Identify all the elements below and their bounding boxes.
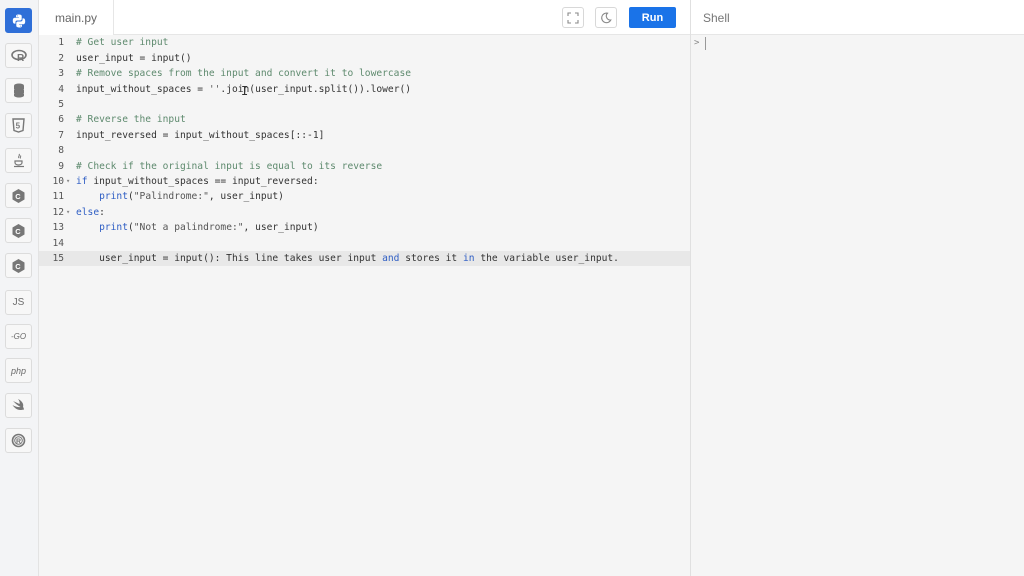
fullscreen-icon [567, 11, 579, 24]
shell-console[interactable]: > [691, 35, 1024, 576]
svg-text:5: 5 [16, 122, 21, 131]
line-number: 14 [52, 237, 64, 249]
code-line[interactable]: 15 user_input = input(): This line takes… [39, 250, 690, 267]
code-text: # Remove spaces from the input and conve… [76, 68, 412, 80]
code-text: input_reversed = input_without_spaces[::… [76, 129, 325, 141]
rust-icon[interactable]: R [5, 428, 32, 453]
line-number: 2 [58, 52, 64, 64]
java-icon[interactable] [5, 148, 32, 173]
fold-toggle-icon[interactable]: ▾ [66, 205, 70, 220]
code-text: print("Not a palindrome:", user_input) [99, 222, 319, 234]
csharp-icon[interactable]: C [5, 253, 32, 278]
code-line[interactable]: 13 print("Not a palindrome:", user_input… [39, 220, 690, 235]
database-icon[interactable] [5, 78, 32, 103]
code-line[interactable]: 1 # Get user input [39, 35, 690, 50]
code-line[interactable]: 2 user_input = input() [39, 51, 690, 66]
line-number: 4 [58, 83, 64, 95]
line-number: 13 [52, 222, 64, 234]
run-button[interactable]: Run [629, 7, 676, 28]
cpp-icon[interactable]: C [5, 218, 32, 243]
line-number: 7 [58, 129, 64, 141]
line-number: 3 [58, 68, 64, 80]
svg-text:C: C [15, 262, 21, 271]
code-text: if input_without_spaces == input_reverse… [76, 175, 319, 187]
line-number: 9 [58, 160, 64, 172]
code-text: # Get user input [76, 37, 169, 49]
shell-title: Shell [703, 11, 730, 25]
shell-cursor [705, 37, 706, 50]
dark-mode-button[interactable] [595, 7, 617, 28]
code-text: print("Palindrome:", user_input) [99, 191, 284, 203]
code-line[interactable]: 5 [39, 97, 690, 112]
line-number: 10 [52, 175, 64, 187]
code-line[interactable]: 12 ▾ else: [39, 205, 690, 220]
swift-icon[interactable] [5, 393, 32, 418]
r-icon[interactable]: R [5, 43, 32, 68]
code-text: else: [76, 206, 105, 218]
code-line[interactable]: 4 input_without_spaces = ''.join(user_inp… [39, 82, 690, 97]
js-icon[interactable]: JS [5, 290, 32, 315]
svg-text:R: R [16, 438, 21, 445]
line-number: 5 [58, 98, 64, 110]
line-number: 6 [58, 114, 64, 126]
html5-icon[interactable]: 5 [5, 113, 32, 138]
python-icon[interactable] [5, 8, 32, 33]
code-line[interactable]: 7 input_reversed = input_without_spaces[:… [39, 128, 690, 143]
svg-text:R: R [17, 53, 25, 63]
line-number: 1 [58, 37, 64, 49]
code-line[interactable]: 10 ▾ if input_without_spaces == input_reve… [39, 174, 690, 189]
php-icon[interactable]: php [5, 358, 32, 383]
svg-text:C: C [15, 227, 21, 236]
code-editor[interactable]: 1 # Get user input 2 user_input = input() 3 #… [39, 35, 690, 576]
code-text: user_input = input(): This line takes us… [76, 252, 619, 264]
text-cursor-icon: I [241, 84, 249, 98]
code-line[interactable]: 6 # Reverse the input [39, 112, 690, 127]
fold-toggle-icon[interactable]: ▾ [66, 174, 70, 189]
go-icon[interactable]: -GO [5, 324, 32, 349]
editor-header: main.py Run [39, 0, 690, 35]
line-number: 15 [52, 252, 64, 264]
shell-prompt: > [694, 38, 700, 48]
code-line[interactable]: 14 [39, 236, 690, 251]
code-text: # Check if the original input is equal t… [76, 160, 383, 172]
code-line[interactable]: 8 [39, 143, 690, 158]
file-tab-main-py[interactable]: main.py [39, 0, 114, 35]
moon-icon [601, 12, 612, 23]
svg-text:C: C [15, 192, 21, 201]
c-icon[interactable]: C [5, 183, 32, 208]
language-sidebar: R 5 C C C JS -GO php R [0, 0, 39, 576]
code-line[interactable]: 9 # Check if the original input is equal … [39, 159, 690, 174]
fullscreen-button[interactable] [562, 7, 584, 28]
shell-header: Shell [691, 0, 1024, 35]
code-text: # Reverse the input [76, 114, 186, 126]
code-text: user_input = input() [76, 52, 192, 64]
line-number: 12 [52, 206, 64, 218]
line-number: 8 [58, 145, 64, 157]
code-line[interactable]: 3 # Remove spaces from the input and conv… [39, 66, 690, 81]
line-number: 11 [52, 191, 64, 203]
code-line[interactable]: 11 print("Palindrome:", user_input) [39, 189, 690, 204]
